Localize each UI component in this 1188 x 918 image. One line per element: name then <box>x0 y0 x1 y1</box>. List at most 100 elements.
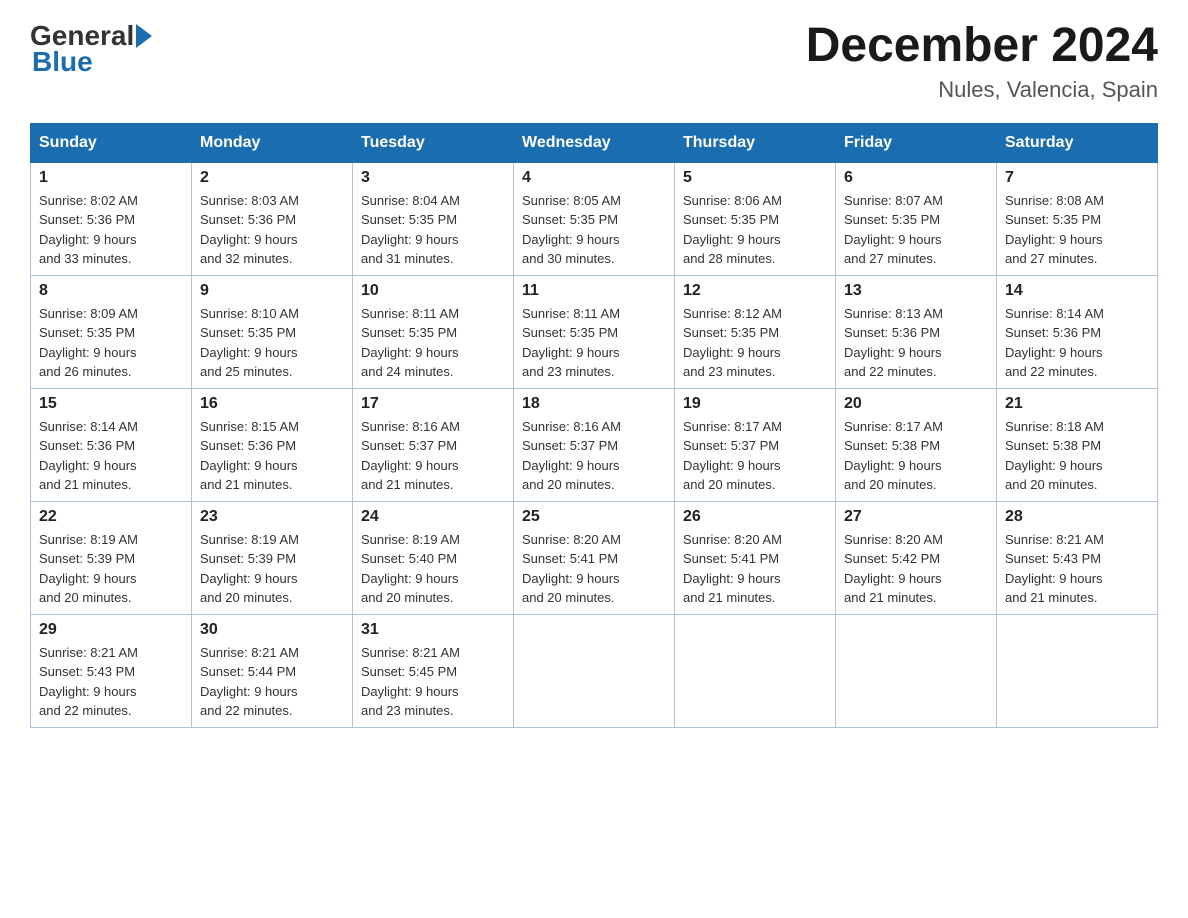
day-number: 17 <box>361 395 505 413</box>
table-row: 27 Sunrise: 8:20 AMSunset: 5:42 PMDaylig… <box>836 501 997 614</box>
day-number: 10 <box>361 282 505 300</box>
day-number: 12 <box>683 282 827 300</box>
table-row: 3 Sunrise: 8:04 AMSunset: 5:35 PMDayligh… <box>353 162 514 275</box>
day-number: 1 <box>39 169 183 187</box>
day-info: Sunrise: 8:20 AMSunset: 5:42 PMDaylight:… <box>844 532 943 606</box>
col-sunday: Sunday <box>31 123 192 162</box>
day-number: 6 <box>844 169 988 187</box>
col-friday: Friday <box>836 123 997 162</box>
day-info: Sunrise: 8:21 AMSunset: 5:44 PMDaylight:… <box>200 645 299 719</box>
flag-triangle-icon <box>136 24 152 48</box>
day-info: Sunrise: 8:02 AMSunset: 5:36 PMDaylight:… <box>39 193 138 267</box>
day-info: Sunrise: 8:21 AMSunset: 5:45 PMDaylight:… <box>361 645 460 719</box>
table-row: 6 Sunrise: 8:07 AMSunset: 5:35 PMDayligh… <box>836 162 997 275</box>
table-row <box>836 614 997 727</box>
table-row: 22 Sunrise: 8:19 AMSunset: 5:39 PMDaylig… <box>31 501 192 614</box>
day-number: 27 <box>844 508 988 526</box>
day-number: 5 <box>683 169 827 187</box>
table-row: 13 Sunrise: 8:13 AMSunset: 5:36 PMDaylig… <box>836 275 997 388</box>
day-info: Sunrise: 8:17 AMSunset: 5:37 PMDaylight:… <box>683 419 782 493</box>
col-monday: Monday <box>192 123 353 162</box>
week-row-5: 29 Sunrise: 8:21 AMSunset: 5:43 PMDaylig… <box>31 614 1158 727</box>
table-row: 16 Sunrise: 8:15 AMSunset: 5:36 PMDaylig… <box>192 388 353 501</box>
day-info: Sunrise: 8:19 AMSunset: 5:39 PMDaylight:… <box>200 532 299 606</box>
day-number: 14 <box>1005 282 1149 300</box>
logo: General Blue <box>30 20 152 78</box>
day-number: 28 <box>1005 508 1149 526</box>
logo-flag <box>136 24 152 48</box>
page-header: General Blue December 2024 Nules, Valenc… <box>30 20 1158 103</box>
day-info: Sunrise: 8:08 AMSunset: 5:35 PMDaylight:… <box>1005 193 1104 267</box>
day-number: 26 <box>683 508 827 526</box>
title-area: December 2024 Nules, Valencia, Spain <box>806 20 1158 103</box>
table-row: 21 Sunrise: 8:18 AMSunset: 5:38 PMDaylig… <box>997 388 1158 501</box>
week-row-1: 1 Sunrise: 8:02 AMSunset: 5:36 PMDayligh… <box>31 162 1158 275</box>
day-number: 31 <box>361 621 505 639</box>
day-info: Sunrise: 8:16 AMSunset: 5:37 PMDaylight:… <box>361 419 460 493</box>
day-info: Sunrise: 8:13 AMSunset: 5:36 PMDaylight:… <box>844 306 943 380</box>
day-number: 13 <box>844 282 988 300</box>
day-info: Sunrise: 8:11 AMSunset: 5:35 PMDaylight:… <box>361 306 459 380</box>
day-info: Sunrise: 8:21 AMSunset: 5:43 PMDaylight:… <box>1005 532 1104 606</box>
table-row: 1 Sunrise: 8:02 AMSunset: 5:36 PMDayligh… <box>31 162 192 275</box>
day-info: Sunrise: 8:03 AMSunset: 5:36 PMDaylight:… <box>200 193 299 267</box>
table-row: 4 Sunrise: 8:05 AMSunset: 5:35 PMDayligh… <box>514 162 675 275</box>
day-number: 11 <box>522 282 666 300</box>
table-row: 12 Sunrise: 8:12 AMSunset: 5:35 PMDaylig… <box>675 275 836 388</box>
day-number: 30 <box>200 621 344 639</box>
day-number: 18 <box>522 395 666 413</box>
day-info: Sunrise: 8:07 AMSunset: 5:35 PMDaylight:… <box>844 193 943 267</box>
day-info: Sunrise: 8:11 AMSunset: 5:35 PMDaylight:… <box>522 306 620 380</box>
day-info: Sunrise: 8:10 AMSunset: 5:35 PMDaylight:… <box>200 306 299 380</box>
day-number: 19 <box>683 395 827 413</box>
day-number: 4 <box>522 169 666 187</box>
table-row: 29 Sunrise: 8:21 AMSunset: 5:43 PMDaylig… <box>31 614 192 727</box>
table-row: 5 Sunrise: 8:06 AMSunset: 5:35 PMDayligh… <box>675 162 836 275</box>
month-title: December 2024 <box>806 20 1158 73</box>
table-row: 31 Sunrise: 8:21 AMSunset: 5:45 PMDaylig… <box>353 614 514 727</box>
table-row: 20 Sunrise: 8:17 AMSunset: 5:38 PMDaylig… <box>836 388 997 501</box>
day-info: Sunrise: 8:16 AMSunset: 5:37 PMDaylight:… <box>522 419 621 493</box>
day-info: Sunrise: 8:09 AMSunset: 5:35 PMDaylight:… <box>39 306 138 380</box>
table-row: 19 Sunrise: 8:17 AMSunset: 5:37 PMDaylig… <box>675 388 836 501</box>
col-tuesday: Tuesday <box>353 123 514 162</box>
table-row: 23 Sunrise: 8:19 AMSunset: 5:39 PMDaylig… <box>192 501 353 614</box>
table-row: 18 Sunrise: 8:16 AMSunset: 5:37 PMDaylig… <box>514 388 675 501</box>
day-number: 15 <box>39 395 183 413</box>
day-number: 20 <box>844 395 988 413</box>
day-info: Sunrise: 8:06 AMSunset: 5:35 PMDaylight:… <box>683 193 782 267</box>
day-number: 29 <box>39 621 183 639</box>
day-info: Sunrise: 8:21 AMSunset: 5:43 PMDaylight:… <box>39 645 138 719</box>
day-number: 2 <box>200 169 344 187</box>
logo-text-blue: Blue <box>32 46 93 78</box>
day-info: Sunrise: 8:14 AMSunset: 5:36 PMDaylight:… <box>39 419 138 493</box>
table-row: 2 Sunrise: 8:03 AMSunset: 5:36 PMDayligh… <box>192 162 353 275</box>
day-number: 23 <box>200 508 344 526</box>
day-number: 16 <box>200 395 344 413</box>
calendar-table: Sunday Monday Tuesday Wednesday Thursday… <box>30 123 1158 728</box>
location-subtitle: Nules, Valencia, Spain <box>806 77 1158 103</box>
day-info: Sunrise: 8:19 AMSunset: 5:40 PMDaylight:… <box>361 532 460 606</box>
table-row: 15 Sunrise: 8:14 AMSunset: 5:36 PMDaylig… <box>31 388 192 501</box>
header-row: Sunday Monday Tuesday Wednesday Thursday… <box>31 123 1158 162</box>
table-row: 7 Sunrise: 8:08 AMSunset: 5:35 PMDayligh… <box>997 162 1158 275</box>
day-info: Sunrise: 8:14 AMSunset: 5:36 PMDaylight:… <box>1005 306 1104 380</box>
table-row: 26 Sunrise: 8:20 AMSunset: 5:41 PMDaylig… <box>675 501 836 614</box>
col-saturday: Saturday <box>997 123 1158 162</box>
day-number: 21 <box>1005 395 1149 413</box>
day-number: 8 <box>39 282 183 300</box>
table-row: 14 Sunrise: 8:14 AMSunset: 5:36 PMDaylig… <box>997 275 1158 388</box>
table-row: 25 Sunrise: 8:20 AMSunset: 5:41 PMDaylig… <box>514 501 675 614</box>
col-thursday: Thursday <box>675 123 836 162</box>
table-row <box>514 614 675 727</box>
table-row: 17 Sunrise: 8:16 AMSunset: 5:37 PMDaylig… <box>353 388 514 501</box>
table-row: 28 Sunrise: 8:21 AMSunset: 5:43 PMDaylig… <box>997 501 1158 614</box>
table-row: 11 Sunrise: 8:11 AMSunset: 5:35 PMDaylig… <box>514 275 675 388</box>
day-info: Sunrise: 8:19 AMSunset: 5:39 PMDaylight:… <box>39 532 138 606</box>
table-row: 9 Sunrise: 8:10 AMSunset: 5:35 PMDayligh… <box>192 275 353 388</box>
week-row-4: 22 Sunrise: 8:19 AMSunset: 5:39 PMDaylig… <box>31 501 1158 614</box>
day-info: Sunrise: 8:18 AMSunset: 5:38 PMDaylight:… <box>1005 419 1104 493</box>
day-info: Sunrise: 8:20 AMSunset: 5:41 PMDaylight:… <box>522 532 621 606</box>
week-row-3: 15 Sunrise: 8:14 AMSunset: 5:36 PMDaylig… <box>31 388 1158 501</box>
table-row <box>675 614 836 727</box>
